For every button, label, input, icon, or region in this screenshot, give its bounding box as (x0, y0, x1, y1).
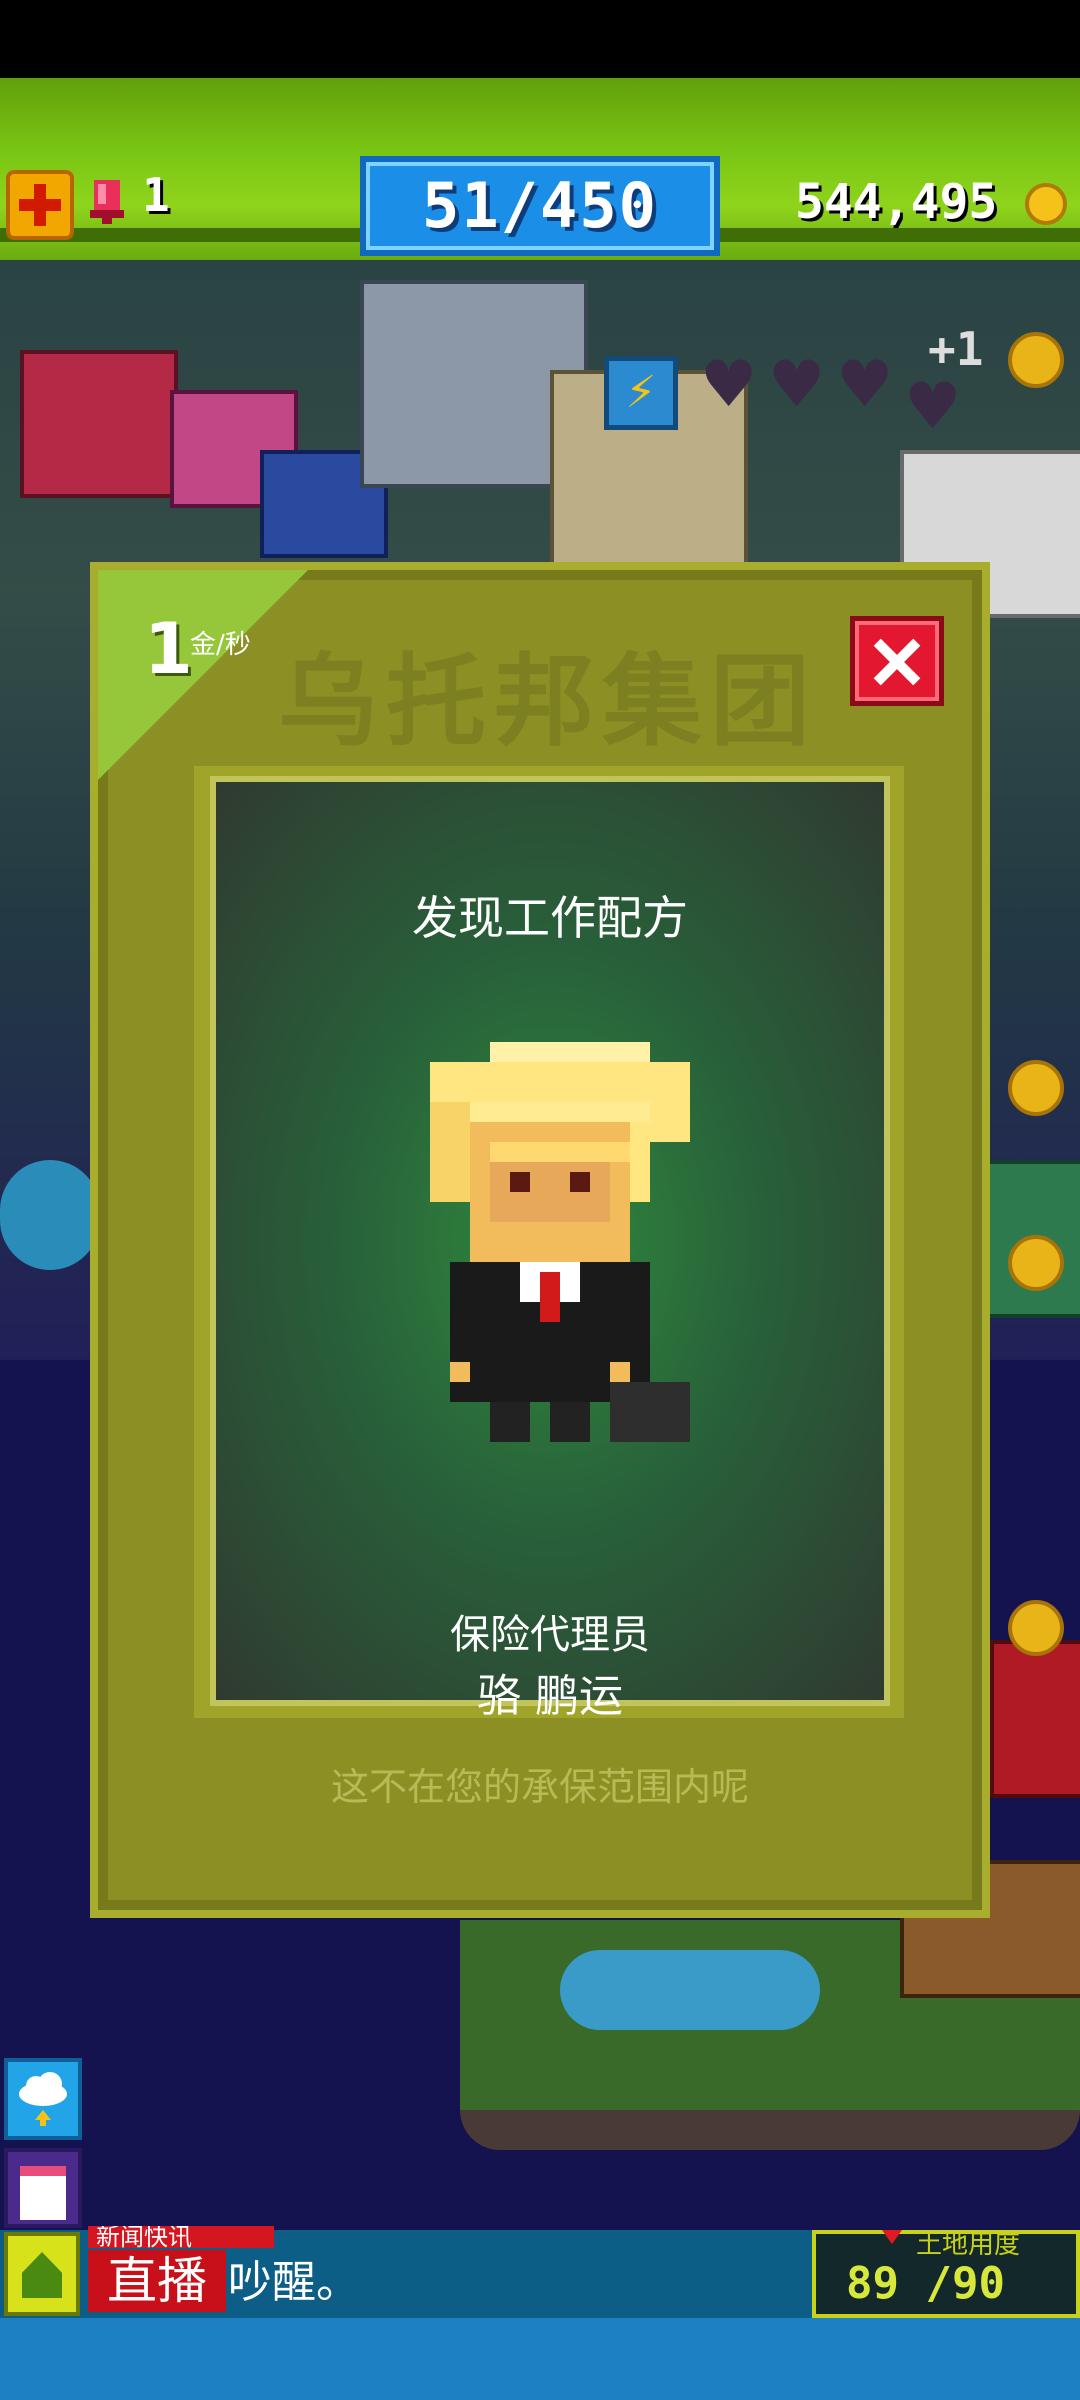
bottom-bar (0, 2318, 1080, 2400)
land-usage-panel[interactable]: 土地用度 89 /90 (812, 2230, 1080, 2318)
flavor-text: 这不在您的承保范围内呢 (330, 1765, 749, 1809)
close-button[interactable] (850, 616, 944, 706)
heart-icon: ♥ (904, 370, 962, 444)
news-tag: 新闻快讯 (88, 2226, 274, 2248)
home-button[interactable] (4, 2232, 80, 2316)
gem-icon (90, 180, 124, 224)
building (20, 350, 178, 498)
coin-balance: 544,495 (795, 174, 998, 230)
worker-avatar-icon (430, 1042, 690, 1442)
cloud-icon (19, 2072, 67, 2126)
population-text: 51/450 (422, 169, 658, 242)
building (990, 1640, 1080, 1798)
job-recipe-dialog: 乌托邦集团 1 金/秒 发现工作配方 保险代理员 骆 鹏运 这不在您的承保范围内… (90, 562, 990, 1918)
heart-icon: ♥ (700, 348, 758, 422)
population-counter[interactable]: 51/450 (360, 156, 720, 256)
job-title: 保险代理员 (450, 1612, 650, 1658)
pond (560, 1950, 820, 2030)
worker-name: 骆 鹏运 (477, 1671, 623, 1722)
cloud-sync-button[interactable] (4, 2058, 82, 2140)
coin-icon[interactable] (1008, 332, 1064, 388)
income-popup: +1 (928, 322, 984, 376)
income-rate-unit: 金/秒 (190, 630, 251, 660)
coin-icon[interactable] (1008, 1600, 1064, 1656)
card-title: 发现工作配方 (412, 891, 688, 945)
add-gems-button[interactable] (6, 170, 74, 240)
live-badge: 直播 (88, 2250, 226, 2312)
coin-icon[interactable] (1008, 1235, 1064, 1291)
income-rate-value: 1 (144, 608, 193, 690)
coin-icon (1025, 183, 1067, 225)
heart-icon: ♥ (836, 348, 894, 422)
pond (0, 1160, 100, 1270)
down-arrow-icon (882, 2230, 902, 2244)
land-usage-value: 89 /90 (846, 2258, 1005, 2309)
status-bar (0, 0, 1080, 78)
power-icon[interactable]: ⚡ (604, 356, 678, 430)
gem-count: 1 (142, 168, 170, 222)
worker-card: 发现工作配方 保险代理员 骆 鹏运 (210, 776, 890, 1722)
heart-icon: ♥ (768, 348, 826, 422)
land-usage-label: 土地用度 (916, 2230, 1021, 2260)
calendar-icon (20, 2166, 66, 2220)
coin-icon[interactable] (1008, 1060, 1064, 1116)
calendar-button[interactable] (4, 2148, 82, 2228)
home-icon (22, 2252, 62, 2298)
